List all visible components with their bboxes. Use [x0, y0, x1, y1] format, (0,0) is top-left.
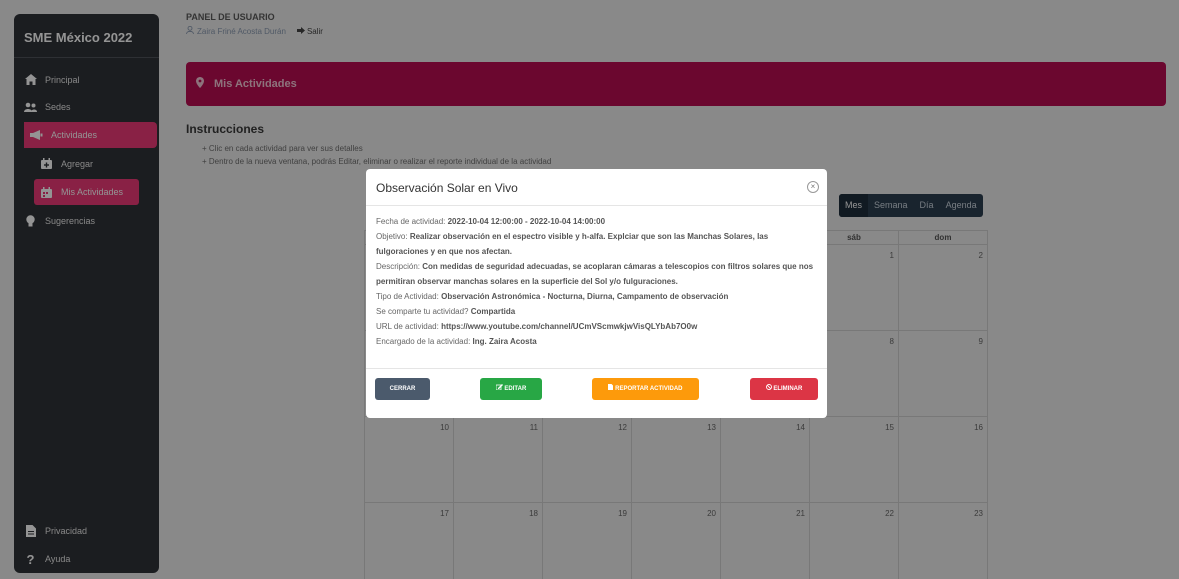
field-objetivo: Objetivo: Realizar observación en el esp… [376, 229, 821, 259]
report-button[interactable]: REPORTAR ACTIVIDAD [592, 378, 699, 400]
close-icon[interactable]: × [807, 181, 819, 193]
field-label: Tipo de Actividad: [376, 292, 439, 301]
field-value: Observación Astronómica - Nocturna, Diur… [441, 292, 729, 301]
close-button[interactable]: CERRAR [375, 378, 430, 400]
field-url: URL de actividad: https://www.youtube.co… [376, 319, 821, 334]
field-value: Con medidas de seguridad adecuadas, se a… [376, 262, 814, 286]
button-label: REPORTAR ACTIVIDAD [615, 386, 683, 392]
field-value: https://www.youtube.com/channel/UCmVScmw… [441, 322, 698, 331]
field-fecha: Fecha de actividad: 2022-10-04 12:00:00 … [376, 214, 821, 229]
field-value: Realizar observación en el espectro visi… [376, 232, 769, 256]
field-label: Objetivo: [376, 232, 408, 241]
field-label: Encargado de la actividad: [376, 337, 471, 346]
modal-body: Fecha de actividad: 2022-10-04 12:00:00 … [376, 214, 821, 349]
field-value: Compartida [470, 307, 516, 316]
field-value: Ing. Zaira Acosta [472, 337, 537, 346]
field-label: URL de actividad: [376, 322, 439, 331]
delete-button[interactable]: ELIMINAR [750, 378, 818, 400]
field-label: Fecha de actividad: [376, 217, 446, 226]
field-label: Descripción: [376, 262, 421, 271]
field-encargado: Encargado de la actividad: Ing. Zaira Ac… [376, 334, 821, 349]
modal-title: Observación Solar en Vivo [376, 181, 518, 195]
edit-button[interactable]: EDITAR [480, 378, 542, 400]
field-tipo: Tipo de Actividad: Observación Astronómi… [376, 289, 821, 304]
field-value: 2022-10-04 12:00:00 - 2022-10-04 14:00:0… [447, 217, 606, 226]
button-label: ELIMINAR [773, 386, 803, 392]
field-compartida: Se comparte tu actividad? Compartida [376, 304, 821, 319]
divider [366, 368, 827, 369]
field-label: Se comparte tu actividad? [376, 307, 469, 316]
activity-modal: Observación Solar en Vivo × Fecha de act… [366, 169, 827, 418]
divider [366, 205, 827, 206]
button-label: EDITAR [504, 386, 527, 392]
button-label: CERRAR [389, 386, 416, 392]
field-descripcion: Descripción: Con medidas de seguridad ad… [376, 259, 821, 289]
